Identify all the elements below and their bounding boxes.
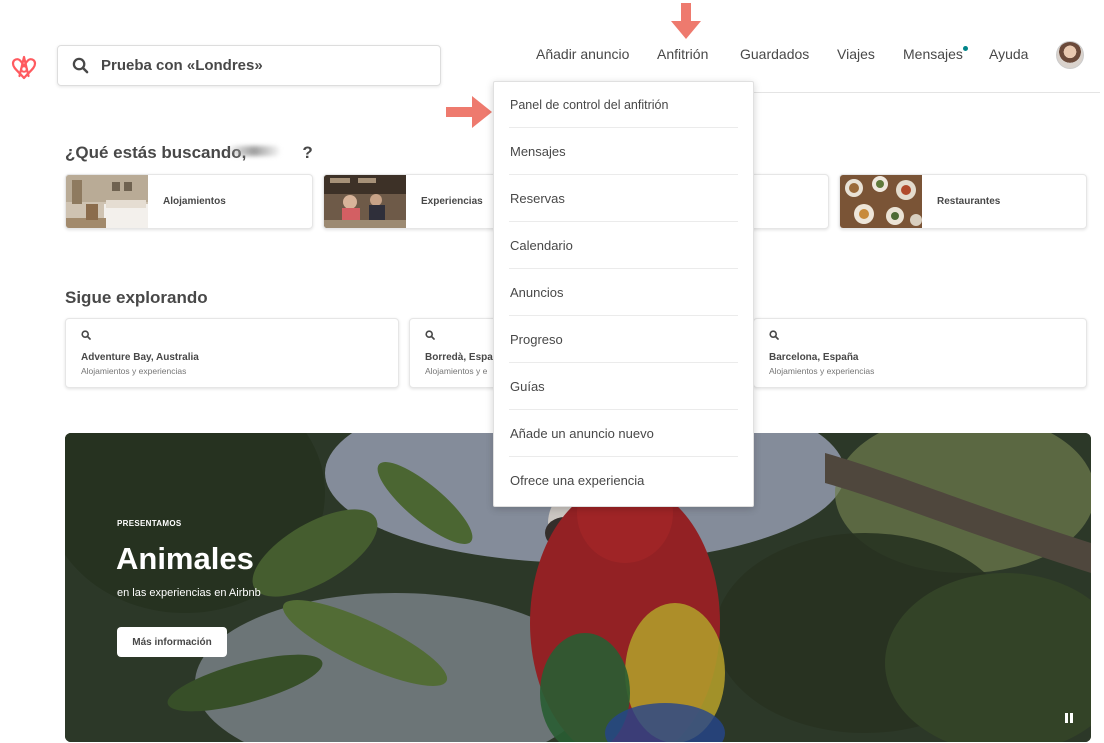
- explore-card-subtitle: Alojamientos y experiencias: [769, 366, 875, 376]
- stays-thumbnail: [66, 175, 148, 228]
- menu-item-offer-experience[interactable]: Ofrece una experiencia: [509, 457, 738, 504]
- search-icon: [769, 330, 779, 340]
- user-avatar[interactable]: [1056, 41, 1084, 69]
- explore-card-title: Borredà, Espa: [425, 352, 493, 363]
- search-icon: [72, 57, 89, 74]
- nav-trips[interactable]: Viajes: [837, 46, 875, 64]
- menu-item-add-listing[interactable]: Añade un anuncio nuevo: [509, 410, 738, 457]
- nav-help[interactable]: Ayuda: [989, 46, 1028, 64]
- explore-card-subtitle: Alojamientos y e: [425, 366, 488, 376]
- explore-card-barcelona[interactable]: Barcelona, España Alojamientos y experie…: [753, 318, 1087, 388]
- category-label: Experiencias: [421, 196, 483, 207]
- menu-item-guides[interactable]: Guías: [509, 363, 738, 410]
- hero-title: Animales: [116, 541, 254, 576]
- experiences-thumbnail: [324, 175, 406, 228]
- category-card-restaurants[interactable]: Restaurantes: [839, 174, 1087, 229]
- host-dropdown-menu: Panel de control del anfitrión Mensajes …: [493, 81, 754, 507]
- explore-card-borreda[interactable]: Borredà, Espa Alojamientos y e: [409, 318, 499, 388]
- annotation-arrow-down-icon: [671, 3, 701, 39]
- category-card-stays[interactable]: Alojamientos: [65, 174, 313, 229]
- hero-kicker: PRESENTAMOS: [117, 519, 182, 528]
- search-icon: [81, 330, 91, 340]
- restaurants-thumbnail: [840, 175, 922, 228]
- menu-item-reservations[interactable]: Reservas: [509, 175, 738, 222]
- hero-subtitle: en las experiencias en Airbnb: [117, 587, 261, 599]
- category-card-hidden[interactable]: [745, 174, 829, 229]
- nav-saved[interactable]: Guardados: [740, 46, 809, 64]
- more-info-button[interactable]: Más información: [117, 627, 227, 657]
- search-bar[interactable]: [57, 45, 441, 86]
- header-divider: [754, 92, 1100, 93]
- explore-card-subtitle: Alojamientos y experiencias: [81, 366, 187, 376]
- nav-messages[interactable]: Mensajes: [903, 46, 963, 64]
- pause-icon[interactable]: [1065, 713, 1075, 724]
- section-title-keep-exploring: Sigue explorando: [65, 288, 208, 307]
- airbnb-logo-icon[interactable]: [10, 52, 38, 82]
- category-label: Restaurantes: [937, 196, 1001, 207]
- nav-add-listing[interactable]: Añadir anuncio: [536, 46, 629, 64]
- menu-item-listings[interactable]: Anuncios: [509, 269, 738, 316]
- search-icon: [425, 330, 435, 340]
- blurred-user-name: [228, 146, 280, 156]
- menu-item-messages[interactable]: Mensajes: [509, 128, 738, 175]
- nav-host[interactable]: Anfitrión: [657, 46, 708, 64]
- explore-card-title: Adventure Bay, Australia: [81, 352, 199, 363]
- search-input[interactable]: [101, 57, 421, 74]
- explore-card-title: Barcelona, España: [769, 352, 859, 363]
- menu-item-host-dashboard[interactable]: Panel de control del anfitrión: [509, 82, 738, 128]
- category-label: Alojamientos: [163, 196, 226, 207]
- category-card-experiences[interactable]: Experiencias: [323, 174, 498, 229]
- explore-card-adventure-bay[interactable]: Adventure Bay, Australia Alojamientos y …: [65, 318, 399, 388]
- menu-item-calendar[interactable]: Calendario: [509, 222, 738, 269]
- annotation-arrow-right-icon: [446, 96, 492, 128]
- menu-item-progress[interactable]: Progreso: [509, 316, 738, 363]
- messages-notification-dot: [963, 46, 968, 51]
